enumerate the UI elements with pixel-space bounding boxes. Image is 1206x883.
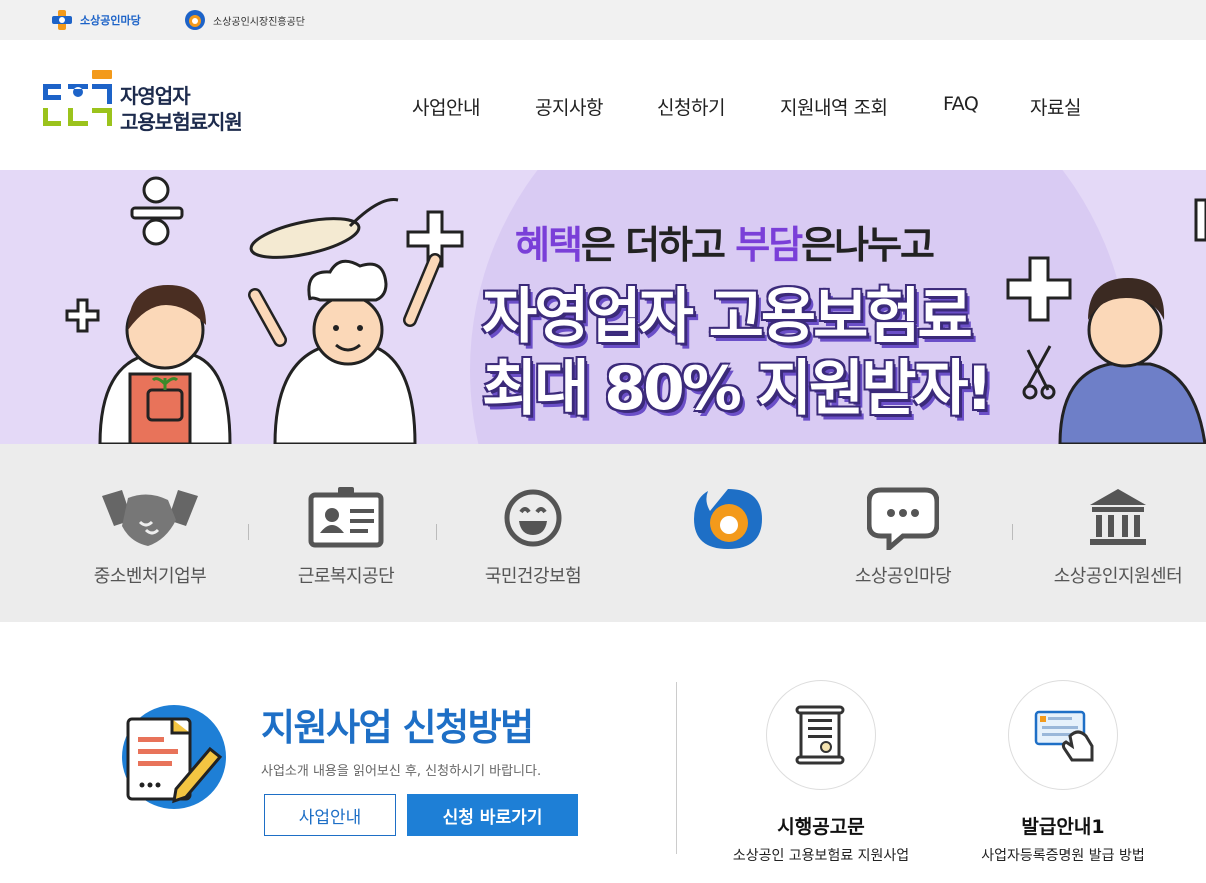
site-sbiz-center-label: 소상공인지원센터 (1053, 566, 1183, 587)
guide-title: 지원사업 신청방법 (261, 706, 534, 749)
site-header: 자영업자 고용보험료지원 사업안내 공지사항 신청하기 지원내역 조회 FAQ … (0, 40, 1206, 170)
section-divider (676, 682, 677, 854)
nav-business-info[interactable]: 사업안내 (412, 93, 480, 120)
government-building-icon (1033, 482, 1203, 554)
business-info-button[interactable]: 사업안내 (264, 794, 396, 836)
banner-headline-line-2: 최대 80% 지원받자! (482, 354, 993, 424)
separator (1012, 524, 1013, 540)
id-card-icon (261, 482, 431, 554)
document-certificate-icon (766, 680, 876, 790)
nav-resources[interactable]: 자료실 (1030, 93, 1081, 120)
separator (436, 524, 437, 540)
logo-line-1: 자영업자 (120, 84, 191, 108)
chef-illustration (248, 253, 442, 444)
card-issuance-subtitle: 사업자등록증명원 발급 방법 (981, 848, 1145, 864)
site-comwel[interactable]: 근로복지공단 (261, 482, 431, 588)
card-in-hand-icon (1008, 680, 1118, 790)
nav-apply[interactable]: 신청하기 (657, 93, 725, 120)
banner-highlight-benefit: 혜택 (515, 223, 583, 267)
guide-description: 사업소개 내용을 읽어보신 후, 신청하시기 바랍니다. (261, 764, 542, 779)
apply-now-button[interactable]: 신청 바로가기 (407, 794, 578, 836)
site-nhis-label: 국민건강보험 (484, 566, 582, 587)
semas-label: 소상공인시장진흥공단 (213, 16, 305, 28)
handshake-icon (65, 482, 235, 554)
site-comwel-label: 근로복지공단 (297, 566, 395, 587)
nav-support-history[interactable]: 지원내역 조회 (780, 93, 888, 120)
site-mss-label: 중소벤처기업부 (93, 566, 207, 587)
logo-mark-icon (43, 70, 112, 126)
plus-logo-icon (52, 10, 72, 30)
sosanggongin-madang-label: 소상공인마당 (80, 14, 141, 27)
card-issuance-guide[interactable]: 발급안내1 사업자등록증명원 발급 방법 (963, 680, 1163, 865)
separator (248, 524, 249, 540)
nav-notices[interactable]: 공지사항 (535, 93, 603, 120)
card-notice-document[interactable]: 시행공고문 소상공인 고용보험료 지원사업 (721, 680, 921, 865)
site-sbiz-center[interactable]: 소상공인지원센터 (1033, 482, 1203, 588)
card-issuance-title: 발급안내1 (1021, 816, 1105, 838)
application-guide-icon (122, 705, 226, 809)
divide-sign-icon (130, 176, 184, 246)
logo-text: 자영업자 고용보험료지원 (120, 83, 243, 135)
smile-icon (448, 482, 618, 554)
site-logo[interactable]: 자영업자 고용보험료지원 (40, 68, 280, 138)
sosanggongin-madang-link[interactable]: 소상공인마당 (50, 9, 141, 31)
nav-faq[interactable]: FAQ (943, 93, 979, 115)
banner-sub-text-1: 은 더하고 (580, 223, 736, 267)
top-utility-bar: 소상공인마당 소상공인시장진흥공단 (0, 0, 1206, 40)
site-nhis[interactable]: 국민건강보험 (448, 482, 618, 588)
site-sbiz-madang[interactable]: 소상공인마당 (818, 482, 988, 588)
banner-highlight-burden: 부담 (735, 223, 803, 267)
banner-sub-text-2: 은나누고 (801, 223, 935, 267)
card-notice-title: 시행공고문 (777, 816, 865, 838)
logo-line-2: 고용보험료지원 (120, 110, 243, 134)
site-mss[interactable]: 중소벤처기업부 (65, 482, 235, 588)
semas-logo-icon (643, 482, 813, 554)
main-banner[interactable]: 혜택은 더하고 부담은나누고 자영업자 고용보험료 최대 80% 지원받자! (0, 170, 1206, 444)
related-sites-strip: 중소벤처기업부 근로복지공단 국민건강보험 소상공인마당 소상공인지원센터 (0, 444, 1206, 622)
card-notice-subtitle: 소상공인 고용보험료 지원사업 (732, 848, 910, 864)
site-sbiz-madang-label: 소상공인마당 (854, 566, 952, 587)
banner-subheadline: 혜택은 더하고 부담은나누고 (515, 214, 935, 269)
shop-owner-woman-illustration (98, 285, 232, 444)
semas-small-logo-icon (185, 10, 205, 30)
speech-bubble-icon (818, 482, 988, 554)
site-semas[interactable] (643, 482, 813, 562)
semas-link[interactable]: 소상공인시장진흥공단 (183, 9, 305, 31)
